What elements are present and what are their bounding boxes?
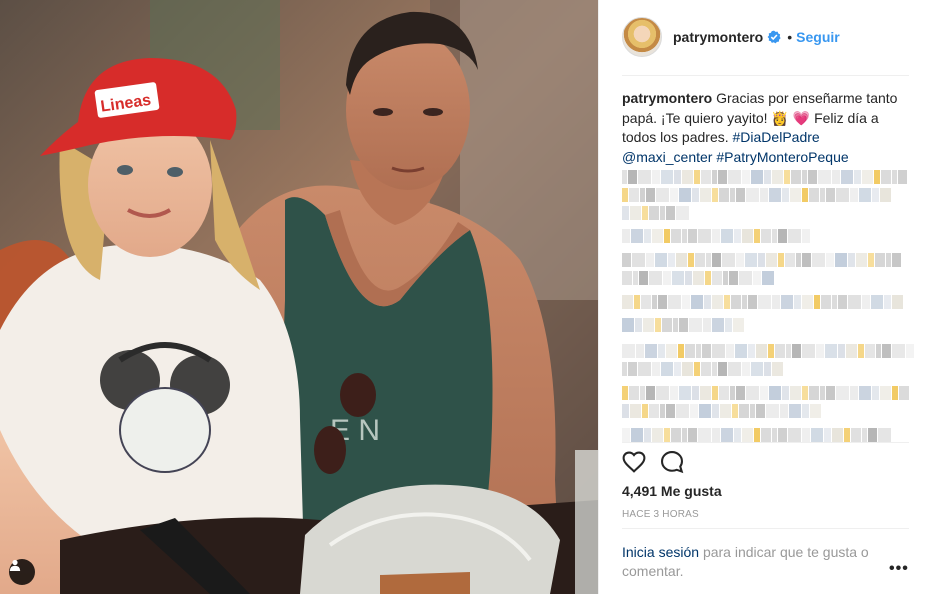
footer-divider xyxy=(622,528,909,529)
caption-username[interactable]: patrymontero xyxy=(622,90,712,106)
blurred-comment-line xyxy=(622,318,744,332)
comments-divider xyxy=(622,442,909,443)
blurred-comment-line xyxy=(622,206,689,220)
user-tag-button[interactable] xyxy=(9,559,35,585)
follow-button[interactable]: Seguir xyxy=(796,29,840,45)
header-separator: • xyxy=(787,29,793,45)
header-divider xyxy=(622,75,909,76)
post-caption: patrymontero Gracias por enseñarme tanto… xyxy=(622,89,912,167)
blurred-comment-line xyxy=(622,229,810,243)
blurred-comment-line xyxy=(622,386,909,400)
post-photo-illustration: E N Lineas xyxy=(0,0,598,594)
person-icon xyxy=(9,559,21,571)
more-options-button[interactable]: ••• xyxy=(889,560,909,578)
blurred-comment-line xyxy=(622,253,901,267)
heart-icon[interactable] xyxy=(621,449,647,475)
post-timestamp[interactable]: HACE 3 HORAS xyxy=(622,509,699,520)
login-link[interactable]: Inicia sesión xyxy=(622,544,699,560)
comment-icon[interactable] xyxy=(659,449,685,475)
post-photo[interactable]: E N Lineas xyxy=(0,0,598,594)
blurred-comment-line xyxy=(622,170,907,184)
blurred-comment-line xyxy=(622,344,914,358)
blurred-comment-line xyxy=(622,188,891,202)
post-header: patrymontero • Seguir xyxy=(622,15,909,59)
blurred-comment-line xyxy=(622,428,891,442)
blurred-comment-line xyxy=(622,271,774,285)
header-username[interactable]: patrymontero xyxy=(673,29,763,45)
blurred-comment-line xyxy=(622,295,903,309)
post-side-panel: patrymontero • Seguir patrymontero Graci… xyxy=(598,0,932,594)
blurred-comment-line xyxy=(622,404,821,418)
login-prompt: Inicia sesión para indicar que te gusta … xyxy=(622,543,892,581)
post-actions xyxy=(621,449,685,475)
hashtag-link[interactable]: #PatryMonteroPeque xyxy=(716,149,848,165)
verified-badge-icon xyxy=(767,30,781,44)
hashtag-link[interactable]: #DiaDelPadre xyxy=(733,129,820,145)
blurred-comment-line xyxy=(622,362,783,376)
avatar[interactable] xyxy=(622,17,662,57)
likes-count[interactable]: 4,491 Me gusta xyxy=(622,483,722,499)
mention-link[interactable]: @maxi_center xyxy=(622,149,712,165)
